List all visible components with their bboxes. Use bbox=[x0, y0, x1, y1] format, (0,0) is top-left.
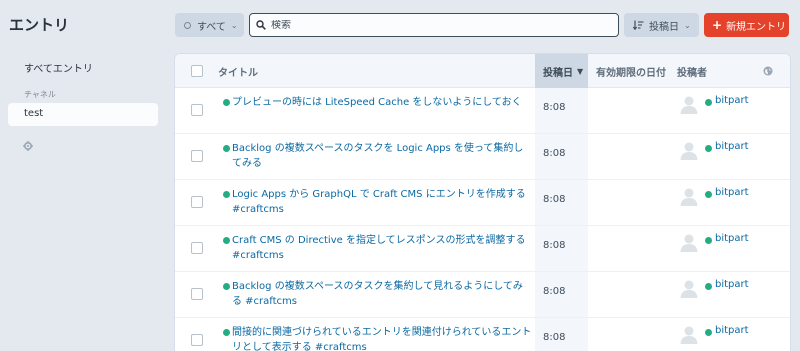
sidebar: エントリ すべてエントリ チャネル test bbox=[0, 0, 167, 351]
author-link[interactable]: bitpart bbox=[715, 325, 749, 336]
row-checkbox[interactable] bbox=[191, 334, 203, 346]
column-post-date-label: 投稿日 bbox=[543, 67, 573, 79]
entry-title-link[interactable]: Backlog の複数スペースのタスクを Logic Apps を使って集約して… bbox=[232, 141, 532, 171]
author-status-indicator bbox=[705, 283, 712, 290]
status-live-indicator bbox=[223, 283, 230, 290]
sort-icon bbox=[633, 20, 644, 30]
search-icon bbox=[256, 20, 266, 30]
column-header-author[interactable]: 投稿者 bbox=[677, 54, 707, 88]
author-status-indicator bbox=[705, 329, 712, 336]
post-date-cell: 8:08 bbox=[543, 102, 566, 113]
column-header-post-date[interactable]: 投稿日 ▼ bbox=[535, 54, 588, 88]
row-checkbox[interactable] bbox=[191, 150, 203, 162]
table-header: タイトル 投稿日 ▼ 有効期限の日付 投稿者 bbox=[175, 54, 790, 88]
author-status-indicator bbox=[705, 99, 712, 106]
author-status-indicator bbox=[705, 237, 712, 244]
status-live-indicator bbox=[223, 191, 230, 198]
author-link[interactable]: bitpart bbox=[715, 95, 749, 106]
status-live-indicator bbox=[223, 145, 230, 152]
table-row: Craft CMS の Directive を指定してレスポンスの形式を調整する… bbox=[175, 226, 790, 272]
select-all-checkbox[interactable] bbox=[191, 65, 203, 77]
author-link[interactable]: bitpart bbox=[715, 233, 749, 244]
post-date-cell: 8:08 bbox=[543, 194, 566, 205]
status-filter-button[interactable]: すべて ⌄ bbox=[175, 13, 244, 37]
row-checkbox[interactable] bbox=[191, 288, 203, 300]
gear-icon[interactable] bbox=[23, 141, 33, 151]
status-live-indicator bbox=[223, 99, 230, 106]
author-link[interactable]: bitpart bbox=[715, 187, 749, 198]
status-live-indicator bbox=[223, 329, 230, 336]
search-field[interactable] bbox=[249, 13, 619, 37]
table-row: プレビューの時には LiteSpeed Cache をしないようにしておく 8:… bbox=[175, 88, 790, 134]
status-filter-label: すべて bbox=[197, 21, 226, 33]
plus-icon: + bbox=[712, 18, 723, 32]
sidebar-heading-channel: チャネル bbox=[24, 90, 56, 99]
sort-button[interactable]: 投稿日 ⌄ bbox=[624, 13, 699, 37]
sidebar-item-test[interactable]: test bbox=[8, 103, 158, 126]
search-input[interactable] bbox=[271, 19, 601, 31]
sidebar-item-label: test bbox=[24, 108, 44, 119]
post-date-cell: 8:08 bbox=[543, 240, 566, 251]
column-author-label: 投稿者 bbox=[677, 67, 707, 79]
author-link[interactable]: bitpart bbox=[715, 279, 749, 290]
avatar-icon bbox=[680, 234, 698, 252]
entry-title-link[interactable]: Logic Apps から GraphQL で Craft CMS にエントリを… bbox=[232, 187, 532, 217]
post-date-cell: 8:08 bbox=[543, 286, 566, 297]
status-circle-icon bbox=[184, 21, 191, 29]
column-header-expiry[interactable]: 有効期限の日付 bbox=[596, 54, 666, 88]
table-row: Backlog の複数スペースのタスクを Logic Apps を使って集約して… bbox=[175, 134, 790, 180]
table-body: プレビューの時には LiteSpeed Cache をしないようにしておく 8:… bbox=[175, 88, 790, 351]
sort-desc-icon: ▼ bbox=[577, 66, 584, 76]
chevron-down-icon: ⌄ bbox=[684, 20, 691, 30]
status-live-indicator bbox=[223, 237, 230, 244]
column-title-label: タイトル bbox=[218, 67, 258, 79]
author-status-indicator bbox=[705, 145, 712, 152]
new-entry-label: 新規エントリ bbox=[726, 21, 787, 33]
column-header-title[interactable]: タイトル bbox=[218, 54, 258, 88]
page-title: エントリ bbox=[9, 16, 70, 34]
entry-title-link[interactable]: Backlog の複数スペースのタスクを集約して見れるようにしてみる #craf… bbox=[232, 279, 532, 309]
author-status-indicator bbox=[705, 191, 712, 198]
entry-title-link[interactable]: Craft CMS の Directive を指定してレスポンスの形式を調整する… bbox=[232, 233, 532, 263]
table-row: Backlog の複数スペースのタスクを集約して見れるようにしてみる #craf… bbox=[175, 272, 790, 318]
entries-table: タイトル 投稿日 ▼ 有効期限の日付 投稿者 プレビューの時には LiteSpe… bbox=[175, 54, 790, 351]
row-checkbox[interactable] bbox=[191, 104, 203, 116]
chevron-down-icon: ⌄ bbox=[230, 20, 238, 30]
avatar-icon bbox=[680, 326, 698, 344]
new-entry-button[interactable]: + 新規エントリ bbox=[704, 13, 789, 37]
entry-title-link[interactable]: 間接的に関連づけられているエントリを関連付けられているエントリとして表示する #… bbox=[232, 325, 532, 351]
avatar-icon bbox=[680, 96, 698, 114]
author-link[interactable]: bitpart bbox=[715, 141, 749, 152]
entry-title-link[interactable]: プレビューの時には LiteSpeed Cache をしないようにしておく bbox=[232, 95, 532, 110]
row-checkbox[interactable] bbox=[191, 242, 203, 254]
avatar-icon bbox=[680, 142, 698, 160]
globe-icon[interactable] bbox=[763, 54, 773, 88]
post-date-cell: 8:08 bbox=[543, 148, 566, 159]
column-expiry-label: 有効期限の日付 bbox=[596, 67, 666, 79]
row-checkbox[interactable] bbox=[191, 196, 203, 208]
avatar-icon bbox=[680, 280, 698, 298]
table-row: Logic Apps から GraphQL で Craft CMS にエントリを… bbox=[175, 180, 790, 226]
sidebar-item-all-entries[interactable]: すべてエントリ bbox=[24, 60, 93, 75]
avatar-icon bbox=[680, 188, 698, 206]
sort-label: 投稿日 bbox=[649, 21, 679, 33]
table-row: 間接的に関連づけられているエントリを関連付けられているエントリとして表示する #… bbox=[175, 318, 790, 351]
post-date-cell: 8:08 bbox=[543, 332, 566, 343]
